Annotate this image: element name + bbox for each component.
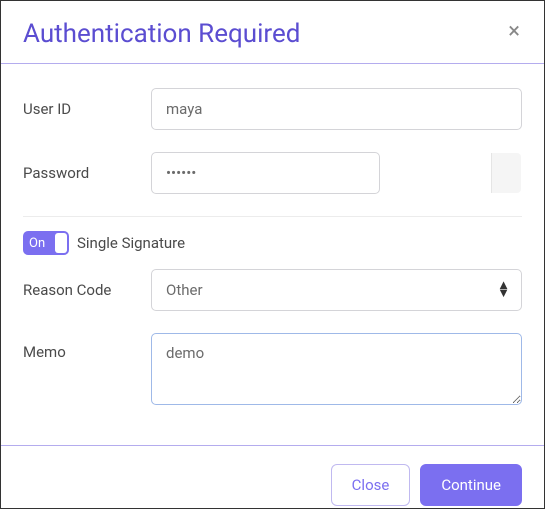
modal-title: Authentication Required xyxy=(23,19,300,49)
user-id-row: User ID xyxy=(23,88,522,130)
reason-code-label: Reason Code xyxy=(23,281,151,299)
modal-footer: Close Continue xyxy=(1,445,544,524)
memo-textarea[interactable]: demo xyxy=(151,333,522,405)
auth-modal: Authentication Required × User ID Passwo… xyxy=(0,0,545,509)
toggle-knob xyxy=(55,233,67,253)
close-button[interactable]: Close xyxy=(331,464,411,506)
reason-code-select[interactable]: Other xyxy=(151,269,522,311)
user-id-label: User ID xyxy=(23,100,151,118)
single-signature-row: On Single Signature xyxy=(23,231,522,255)
modal-header: Authentication Required × xyxy=(1,1,544,64)
password-edge xyxy=(491,153,521,193)
memo-row: Memo demo xyxy=(23,333,522,405)
divider xyxy=(23,216,522,217)
single-signature-label: Single Signature xyxy=(77,234,185,252)
password-label: Password xyxy=(23,164,151,182)
close-icon[interactable]: × xyxy=(506,19,522,45)
memo-label: Memo xyxy=(23,333,151,361)
single-signature-toggle[interactable]: On xyxy=(23,231,69,255)
continue-button[interactable]: Continue xyxy=(420,464,522,506)
toggle-on-text: On xyxy=(29,236,45,251)
password-row: Password xyxy=(23,152,522,194)
user-id-input[interactable] xyxy=(151,88,522,130)
modal-body: User ID Password On Single Signature Rea… xyxy=(1,64,544,445)
password-input[interactable] xyxy=(151,152,380,194)
reason-code-row: Reason Code Other ▲▼ xyxy=(23,269,522,311)
